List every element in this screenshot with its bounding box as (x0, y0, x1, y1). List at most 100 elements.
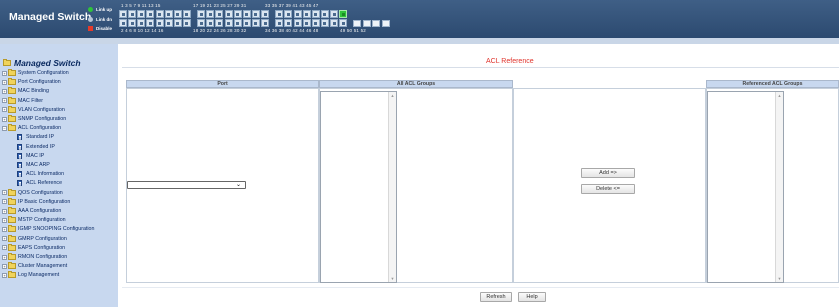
sidebar-item-mac-ip[interactable]: MAC IP (17, 151, 44, 160)
port-2[interactable] (119, 19, 127, 27)
sidebar-item-mac-arp[interactable]: MAC ARP (17, 161, 50, 170)
port-16[interactable] (182, 19, 191, 27)
port-12[interactable] (164, 19, 173, 27)
sidebar-item-mstp-configuration[interactable]: + MSTP Configuration (2, 216, 66, 225)
port-52-sfp[interactable] (381, 20, 390, 27)
port-14[interactable] (173, 19, 182, 27)
expand-plus-icon[interactable]: + (2, 208, 7, 214)
sidebar-item-acl-reference[interactable]: ACL Reference (17, 179, 62, 188)
port-34[interactable] (275, 19, 284, 27)
sidebar-item-cluster-management[interactable]: + Cluster Management (2, 262, 67, 271)
port-48[interactable] (339, 19, 348, 27)
expand-plus-icon[interactable]: + (2, 272, 7, 278)
scroll-down-arrow-icon[interactable]: ▼ (778, 276, 782, 281)
port-31[interactable] (261, 10, 270, 18)
port-37[interactable] (293, 10, 302, 18)
expand-plus-icon[interactable]: + (2, 226, 7, 232)
sidebar-item-port-configuration[interactable]: + Port Configuration (2, 78, 61, 87)
port-17[interactable] (197, 10, 206, 18)
sidebar-item-eaps-configuration[interactable]: + EAPS Configuration (2, 243, 65, 252)
expand-plus-icon[interactable]: + (2, 70, 7, 76)
port-7[interactable] (146, 10, 155, 18)
expand-plus-icon[interactable]: + (2, 254, 7, 260)
sidebar-root[interactable]: Managed Switch (3, 58, 81, 68)
expand-plus-icon[interactable]: + (2, 199, 7, 205)
sidebar-item-snmp-configuration[interactable]: + SNMP Configuration (2, 115, 66, 124)
port-6[interactable] (137, 19, 146, 27)
port-23[interactable] (224, 10, 233, 18)
port-9[interactable] (155, 10, 164, 18)
port-45[interactable] (330, 10, 339, 18)
delete-button[interactable]: Delete <= (581, 184, 635, 194)
port-41[interactable] (311, 10, 320, 18)
sidebar-item-igmp-snooping-configuration[interactable]: + IGMP SNOOPING Configuration (2, 225, 94, 234)
port-10[interactable] (155, 19, 164, 27)
expand-plus-icon[interactable]: + (2, 116, 7, 122)
port-15[interactable] (182, 10, 191, 18)
sidebar-item-extended-ip[interactable]: Extended IP (17, 142, 55, 151)
sidebar-item-ip-basic-configuration[interactable]: + IP Basic Configuration (2, 197, 70, 206)
expand-plus-icon[interactable]: + (2, 88, 7, 94)
expand-plus-icon[interactable]: + (2, 190, 7, 196)
port-38[interactable] (293, 19, 302, 27)
port-3[interactable] (128, 10, 137, 18)
expand-plus-icon[interactable]: + (2, 263, 7, 269)
port-35[interactable] (284, 10, 293, 18)
port-32[interactable] (261, 19, 270, 27)
port-29[interactable] (251, 10, 260, 18)
port-39[interactable] (302, 10, 311, 18)
port-49-sfp[interactable] (353, 20, 362, 27)
port-select[interactable]: ⌄ (127, 181, 246, 189)
port-11[interactable] (164, 10, 173, 18)
port-44[interactable] (320, 19, 329, 27)
scroll-down-arrow-icon[interactable]: ▼ (391, 276, 395, 281)
expand-plus-icon[interactable]: + (2, 245, 7, 251)
sidebar-item-log-management[interactable]: + Log Management (2, 271, 59, 280)
port-42[interactable] (311, 19, 320, 27)
sidebar-item-rmon-configuration[interactable]: + RMON Configuration (2, 253, 67, 262)
port-36[interactable] (284, 19, 293, 27)
expand-plus-icon[interactable]: + (2, 107, 7, 113)
port-13[interactable] (173, 10, 182, 18)
collapse-minus-icon[interactable]: − (2, 125, 7, 131)
sidebar-item-gmrp-configuration[interactable]: + GMRP Configuration (2, 234, 67, 243)
port-8[interactable] (146, 19, 155, 27)
port-24[interactable] (224, 19, 233, 27)
port-1[interactable] (119, 10, 127, 18)
port-5[interactable] (137, 10, 146, 18)
port-28[interactable] (242, 19, 251, 27)
port-30[interactable] (251, 19, 260, 27)
sidebar-item-system-configuration[interactable]: + System Configuration (2, 69, 69, 78)
sidebar-item-aaa-configuration[interactable]: + AAA Configuration (2, 207, 61, 216)
expand-plus-icon[interactable]: + (2, 236, 7, 242)
port-4[interactable] (128, 19, 137, 27)
sidebar-item-acl-information[interactable]: ACL Information (17, 170, 64, 179)
scroll-up-arrow-icon[interactable]: ▲ (391, 93, 395, 98)
refresh-button[interactable]: Refresh (480, 292, 512, 302)
port-22[interactable] (215, 19, 224, 27)
sidebar-item-qos-configuration[interactable]: + QOS Configuration (2, 188, 63, 197)
port-26[interactable] (233, 19, 242, 27)
expand-plus-icon[interactable]: + (2, 217, 7, 223)
port-50-sfp[interactable] (362, 20, 371, 27)
port-51-sfp[interactable] (372, 20, 381, 27)
port-18[interactable] (197, 19, 206, 27)
scrollbar[interactable]: ▲ ▼ (388, 92, 396, 282)
scroll-up-arrow-icon[interactable]: ▲ (778, 93, 782, 98)
sidebar-item-standard-ip[interactable]: Standard IP (17, 133, 54, 142)
referenced-acl-groups-list[interactable]: ▲ ▼ (707, 91, 784, 283)
sidebar-item-vlan-configuration[interactable]: + VLAN Configuration (2, 105, 65, 114)
all-acl-groups-list[interactable]: ▲ ▼ (320, 91, 397, 283)
expand-plus-icon[interactable]: + (2, 98, 7, 104)
expand-plus-icon[interactable]: + (2, 79, 7, 85)
port-27[interactable] (242, 10, 251, 18)
add-button[interactable]: Add => (581, 168, 635, 178)
port-43[interactable] (320, 10, 329, 18)
scrollbar[interactable]: ▲ ▼ (775, 92, 783, 282)
port-19[interactable] (206, 10, 215, 18)
port-40[interactable] (302, 19, 311, 27)
port-33[interactable] (275, 10, 284, 18)
sidebar-item-acl-configuration[interactable]: − ACL Configuration (2, 124, 61, 133)
help-button[interactable]: Help (518, 292, 546, 302)
port-20[interactable] (206, 19, 215, 27)
